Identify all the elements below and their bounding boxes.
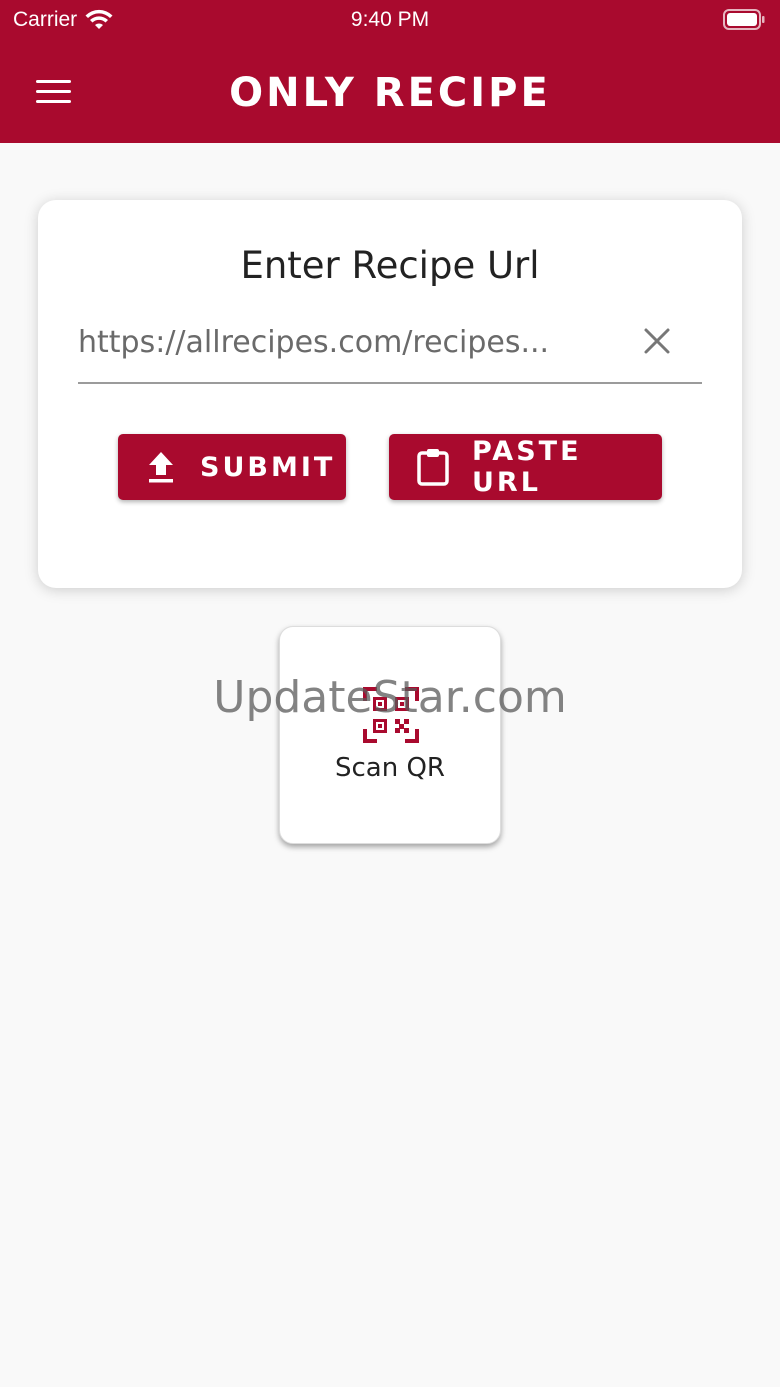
submit-button[interactable]: SUBMIT bbox=[118, 434, 346, 500]
url-field bbox=[78, 312, 702, 384]
card-title: Enter Recipe Url bbox=[240, 244, 540, 287]
paste-url-button[interactable]: PASTE URL bbox=[389, 434, 662, 500]
status-time: 9:40 PM bbox=[350, 8, 430, 31]
status-bar: Carrier 9:40 PM bbox=[0, 0, 780, 40]
paste-url-label: PASTE URL bbox=[472, 436, 582, 498]
scan-qr-button[interactable]: Scan QR bbox=[279, 626, 501, 844]
recipe-url-card: Enter Recipe Url SUBMIT PASTE URL bbox=[38, 200, 742, 588]
close-icon[interactable] bbox=[642, 326, 672, 356]
qr-code-icon bbox=[363, 687, 419, 743]
upload-icon bbox=[149, 452, 173, 483]
recipe-url-input[interactable] bbox=[78, 322, 618, 362]
submit-label: SUBMIT bbox=[200, 451, 336, 483]
app-title: ONLY RECIPE bbox=[229, 70, 551, 116]
scan-qr-label: Scan QR bbox=[334, 753, 445, 783]
app-header: Carrier 9:40 PM ONLY RECIPE bbox=[0, 0, 780, 143]
battery-icon bbox=[723, 9, 765, 30]
clipboard-icon bbox=[417, 449, 449, 486]
